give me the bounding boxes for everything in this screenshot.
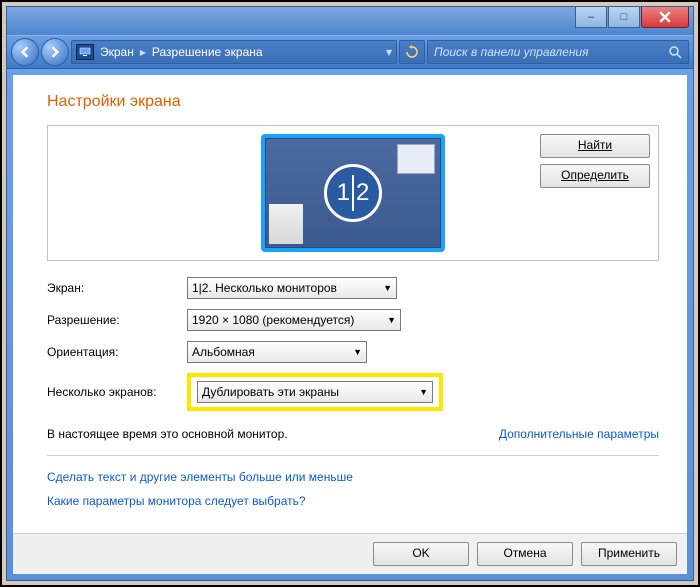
window: – □ Экран ▸ Разрешение экрана ▾ Поиск в … — [6, 6, 694, 581]
refresh-icon — [405, 45, 419, 59]
search-placeholder: Поиск в панели управления — [434, 45, 589, 59]
monitor-icon — [76, 44, 94, 60]
arrow-right-icon — [49, 46, 61, 58]
orientation-label: Ориентация: — [47, 345, 187, 359]
chevron-right-icon: ▸ — [140, 45, 146, 59]
monitor-id-1: 1 — [337, 179, 350, 207]
resolution-select[interactable]: 1920 × 1080 (рекомендуется) ▼ — [187, 309, 401, 331]
monitor-id-2: 2 — [356, 179, 369, 207]
titlebar: – □ — [7, 7, 693, 35]
ok-button[interactable]: OK — [373, 542, 469, 566]
settings-form: Экран: 1|2. Несколько мониторов ▼ Разреш… — [47, 277, 659, 411]
screen-value: 1|2. Несколько мониторов — [192, 281, 337, 295]
resolution-value: 1920 × 1080 (рекомендуется) — [192, 313, 354, 327]
find-button[interactable]: Найти — [540, 134, 650, 158]
content: Настройки экрана 1 2 Найти Определить — [13, 75, 687, 574]
content-frame: Настройки экрана 1 2 Найти Определить — [7, 69, 693, 580]
close-button[interactable] — [641, 7, 689, 28]
multi-display-label: Несколько экранов: — [47, 385, 187, 399]
search-icon — [668, 45, 682, 59]
monitor-preview-box: 1 2 Найти Определить — [47, 125, 659, 261]
primary-monitor-text: В настоящее время это основной монитор. — [47, 427, 288, 441]
apply-button[interactable]: Применить — [581, 542, 677, 566]
maximize-button[interactable]: □ — [608, 7, 640, 28]
back-button[interactable] — [11, 38, 39, 66]
orientation-select[interactable]: Альбомная ▼ — [187, 341, 367, 363]
breadcrumb-item[interactable]: Разрешение экрана — [152, 45, 263, 59]
refresh-button[interactable] — [399, 40, 425, 64]
divider-icon — [352, 175, 354, 211]
resolution-label: Разрешение: — [47, 313, 187, 327]
arrow-left-icon — [19, 46, 31, 58]
chevron-down-icon: ▼ — [419, 387, 428, 397]
cancel-button[interactable]: Отмена — [477, 542, 573, 566]
monitor-id-badge: 1 2 — [324, 164, 382, 222]
screen-label: Экран: — [47, 281, 187, 295]
close-icon — [659, 11, 671, 23]
help-link[interactable]: Какие параметры монитора следует выбрать… — [47, 494, 659, 508]
breadcrumb-item[interactable]: Экран — [100, 45, 134, 59]
multi-display-select[interactable]: Дублировать эти экраны ▼ — [197, 381, 433, 403]
forward-button[interactable] — [41, 38, 69, 66]
taskbar-thumbnail-icon — [269, 204, 303, 244]
chevron-down-icon: ▼ — [387, 315, 396, 325]
footer: OK Отмена Применить — [13, 533, 687, 574]
search-input[interactable]: Поиск в панели управления — [427, 40, 689, 64]
monitor-thumbnail[interactable]: 1 2 — [261, 134, 445, 252]
text-size-link[interactable]: Сделать текст и другие элементы больше и… — [47, 470, 659, 484]
orientation-value: Альбомная — [192, 345, 255, 359]
navbar: Экран ▸ Разрешение экрана ▾ Поиск в пане… — [7, 35, 693, 69]
advanced-settings-link[interactable]: Дополнительные параметры — [499, 427, 659, 441]
primary-monitor-note: В настоящее время это основной монитор. … — [47, 427, 659, 441]
screen-select[interactable]: 1|2. Несколько мониторов ▼ — [187, 277, 397, 299]
window-thumbnail-icon — [397, 144, 435, 174]
multi-display-value: Дублировать эти экраны — [202, 385, 339, 399]
address-bar[interactable]: Экран ▸ Разрешение экрана ▾ — [71, 40, 397, 64]
minimize-button[interactable]: – — [575, 7, 607, 28]
separator — [47, 455, 659, 456]
highlight-box: Дублировать эти экраны ▼ — [187, 373, 443, 411]
detect-button[interactable]: Определить — [540, 164, 650, 188]
chevron-down-icon: ▼ — [353, 347, 362, 357]
chevron-down-icon: ▼ — [383, 283, 392, 293]
page-title: Настройки экрана — [47, 93, 659, 111]
chevron-down-icon[interactable]: ▾ — [386, 45, 392, 59]
